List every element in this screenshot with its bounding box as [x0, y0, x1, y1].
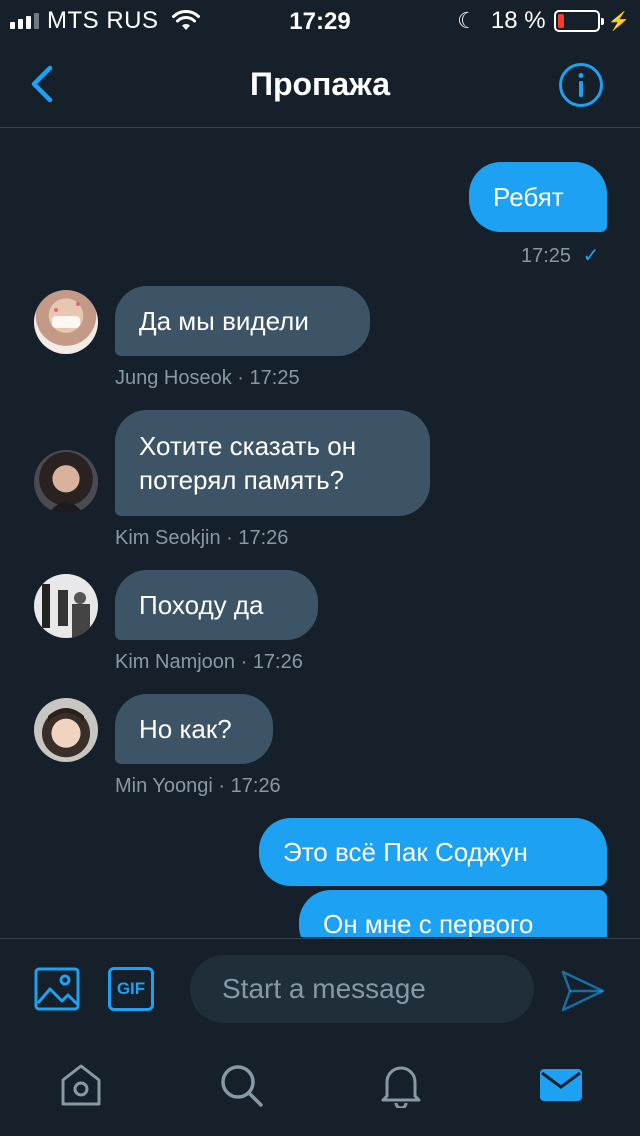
- avatar[interactable]: [34, 450, 98, 514]
- message-input[interactable]: [190, 955, 534, 1023]
- message-text: Это всё Пак Соджун: [283, 837, 528, 867]
- avatar[interactable]: [34, 574, 98, 638]
- avatar-image: [48, 502, 84, 514]
- avatar-image: [52, 302, 80, 328]
- message-text: Походу да: [139, 590, 264, 620]
- message-meta: Kim Seokjin · 17:26: [115, 527, 289, 549]
- message-meta: Kim Namjoon · 17:26: [115, 651, 303, 673]
- avatar[interactable]: [34, 698, 98, 762]
- message-bubble-outgoing[interactable]: Это всё Пак Соджун: [259, 818, 607, 886]
- tab-bar: [0, 1040, 640, 1136]
- send-icon[interactable]: [560, 969, 606, 1013]
- message-bubble-outgoing[interactable]: Ребят: [469, 162, 607, 232]
- battery-percent: 18 %: [490, 7, 546, 34]
- read-check-icon: ✓: [582, 245, 600, 267]
- message-bubble-incoming[interactable]: Хотите сказать он потерял память?: [115, 410, 430, 516]
- message-text: Он мне с первого: [323, 909, 534, 937]
- message-text: Да мы видели: [139, 306, 309, 336]
- message-meta: Min Yoongi · 17:26: [115, 775, 281, 797]
- gif-label: GIF: [116, 979, 146, 998]
- charging-icon: ⚡: [607, 10, 630, 31]
- moon-icon: ☾: [457, 8, 477, 33]
- message-bubble-incoming[interactable]: Походу да: [115, 570, 318, 640]
- image-icon[interactable]: [34, 967, 80, 1011]
- message-meta: 17:25 ✓: [521, 243, 599, 268]
- message-text-line: потерял память?: [139, 465, 345, 495]
- search-icon[interactable]: [218, 1062, 264, 1108]
- mail-icon[interactable]: [538, 1062, 584, 1108]
- message-bubble-incoming[interactable]: Но как?: [115, 694, 273, 764]
- avatar-image: [42, 584, 90, 638]
- message-bubble-outgoing[interactable]: Он мне с первого: [299, 890, 607, 937]
- message-composer: GIF: [0, 938, 640, 1040]
- conversation-header: Пропажа: [0, 40, 640, 128]
- battery-icon: [553, 10, 604, 32]
- avatar[interactable]: [34, 290, 98, 354]
- battery-level: [557, 14, 565, 28]
- message-text: Но как?: [139, 714, 232, 744]
- message-list[interactable]: Ребят 17:25 ✓ Да мы видели Jung Hoseok ·…: [0, 129, 640, 937]
- conversation-title: Пропажа: [249, 66, 391, 102]
- status-bar: MTS RUS 17:29 ☾ 18 % ⚡: [0, 0, 640, 40]
- message-meta: Jung Hoseok · 17:25: [115, 367, 300, 389]
- message-text: Ребят: [493, 182, 564, 212]
- info-icon[interactable]: [558, 62, 604, 108]
- message-text-line: Хотите сказать он: [139, 431, 357, 461]
- home-icon[interactable]: [58, 1062, 104, 1108]
- avatar-image: [48, 708, 84, 722]
- bell-icon[interactable]: [378, 1062, 424, 1108]
- message-bubble-incoming[interactable]: Да мы видели: [115, 286, 370, 356]
- message-time: 17:25: [521, 245, 572, 267]
- gif-icon[interactable]: GIF: [108, 967, 154, 1011]
